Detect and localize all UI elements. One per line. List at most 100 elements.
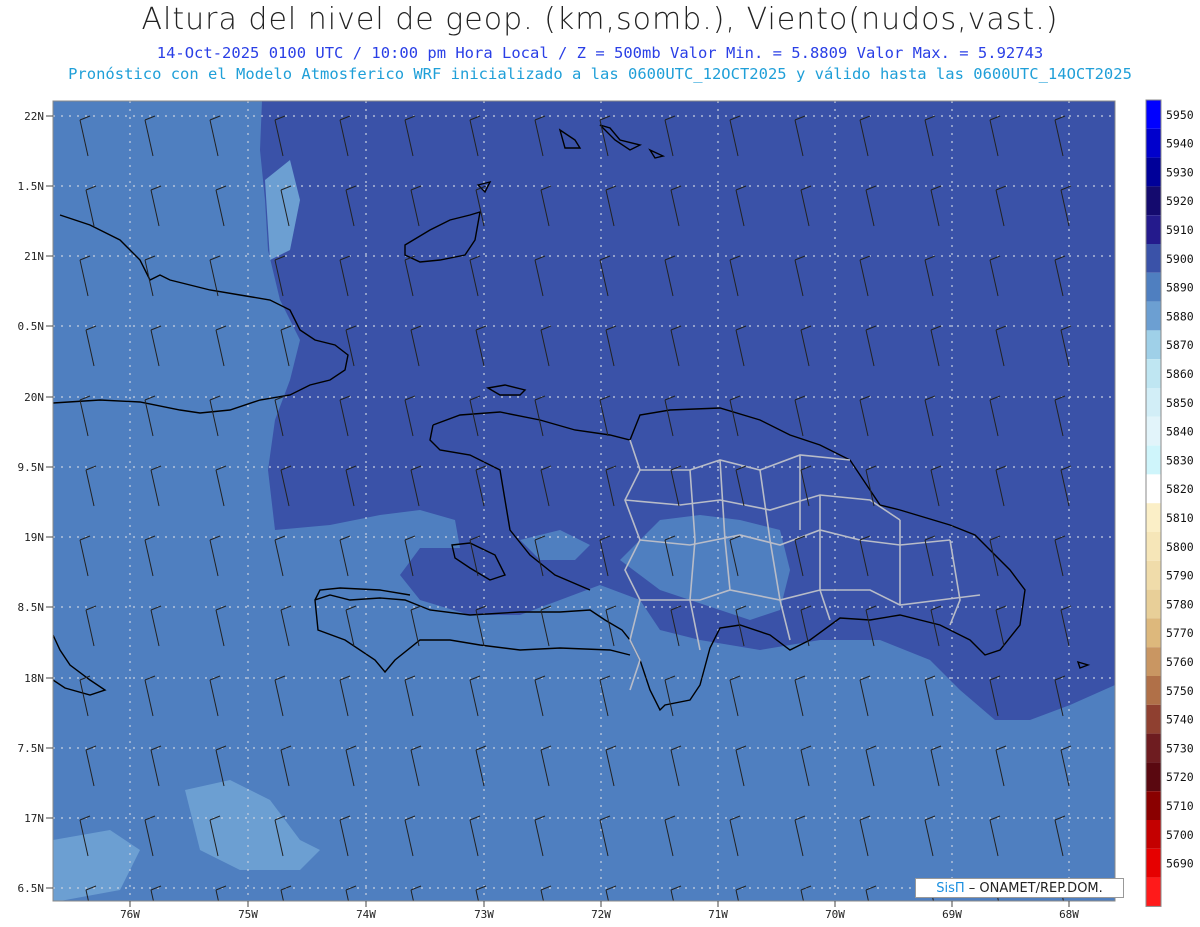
wind-barb-staff	[1126, 190, 1134, 226]
wind-barb-staff	[1120, 400, 1128, 436]
lon-tick-label: 70W	[825, 908, 845, 921]
colorbar-level-label: 5760	[1166, 655, 1194, 669]
lon-tick-label: 69W	[942, 908, 962, 921]
colorbar-level-label: 5700	[1166, 828, 1194, 842]
wind-barb-feather	[1120, 816, 1130, 820]
credit-badge: SisΠ – ONAMET/REP.DOM.	[915, 878, 1124, 898]
forecast-map: 22N 1.5N 21N 0.5N 20N 9.5N 19N 8.5N 18N 7.5N 17N 6.…	[18, 99, 1194, 926]
lon-tick-label: 72W	[591, 908, 611, 921]
lat-tick-label: 21N	[24, 250, 44, 263]
colorbar-swatch	[1146, 272, 1161, 302]
lon-tick-label: 75W	[238, 908, 258, 921]
colorbar-level-label: 5910	[1166, 223, 1194, 237]
lon-tick-label: 68W	[1059, 908, 1079, 921]
colorbar-swatch	[1146, 128, 1161, 158]
wind-barb-feather	[1126, 466, 1136, 470]
colorbar-swatch	[1146, 330, 1161, 360]
wind-barb-staff	[1126, 890, 1134, 926]
colorbar-level-label: 5730	[1166, 741, 1194, 755]
colorbar-swatch	[1146, 791, 1161, 820]
colorbar-swatch	[1146, 215, 1161, 244]
colorbar: 5950 5940 5930 5920 5910 5900 5890 5880 5870 5860…	[1145, 99, 1194, 907]
colorbar-swatch	[1146, 388, 1161, 417]
lat-tick-label: 1.5N	[18, 180, 45, 193]
lat-tick-label: 8.5N	[18, 601, 45, 614]
colorbar-level-label: 5850	[1166, 396, 1194, 410]
wind-barb-feather	[1120, 116, 1130, 120]
wind-barb-staff	[1120, 540, 1128, 576]
geopotential-field	[53, 101, 1115, 901]
colorbar-swatch	[1146, 100, 1161, 129]
colorbar-swatch	[1146, 359, 1161, 388]
wind-barb-staff	[1120, 260, 1128, 296]
colorbar-level-label: 5820	[1166, 482, 1194, 496]
colorbar-level-label: 5740	[1166, 713, 1194, 727]
colorbar-swatch	[1146, 762, 1161, 792]
lon-tick-label: 76W	[120, 908, 140, 921]
wind-barb-feather	[1126, 606, 1136, 610]
wind-barb-staff	[1120, 820, 1128, 856]
colorbar-level-label: 5900	[1166, 252, 1194, 266]
colorbar-level-label: 5780	[1166, 597, 1194, 611]
lat-tick-label: 19N	[24, 531, 44, 544]
colorbar-swatch	[1146, 848, 1161, 878]
colorbar-level-label: 5830	[1166, 453, 1194, 467]
colorbar-swatch	[1146, 676, 1161, 705]
lat-tick-label: 6.5N	[18, 882, 45, 895]
colorbar-swatch	[1146, 445, 1161, 475]
latitude-axis: 22N 1.5N 21N 0.5N 20N 9.5N 19N 8.5N 18N 7.5N 17N 6.…	[18, 110, 53, 895]
wind-barb-feather	[1126, 186, 1136, 190]
colorbar-level-label: 5880	[1166, 309, 1194, 323]
colorbar-swatch	[1146, 877, 1161, 907]
colorbar-swatch	[1146, 244, 1161, 273]
colorbar-level-label: 5790	[1166, 569, 1194, 583]
lat-tick-label: 0.5N	[18, 320, 45, 333]
wind-barb-staff	[1120, 680, 1128, 716]
colorbar-swatch	[1146, 589, 1161, 619]
wind-barb-feather	[1120, 396, 1130, 400]
colorbar-level-label: 5860	[1166, 367, 1194, 381]
wind-barb-staff	[1126, 470, 1134, 506]
colorbar-level-label: 5800	[1166, 540, 1194, 554]
colorbar-level-label: 5840	[1166, 425, 1194, 439]
wind-barb-feather	[1120, 536, 1130, 540]
wind-barb-staff	[1126, 610, 1134, 646]
lat-tick-label: 17N	[24, 812, 44, 825]
colorbar-swatch	[1146, 532, 1161, 561]
colorbar-swatch	[1146, 416, 1161, 446]
lon-tick-label: 71W	[708, 908, 728, 921]
sispi-brand: SisΠ	[936, 881, 965, 896]
colorbar-level-label: 5950	[1166, 108, 1194, 122]
colorbar-swatch	[1146, 560, 1161, 590]
colorbar-swatch	[1146, 647, 1161, 676]
wind-barb-feather	[1126, 886, 1136, 890]
colorbar-level-label: 5940	[1166, 137, 1194, 151]
colorbar-level-label: 5810	[1166, 511, 1194, 525]
colorbar-level-label: 5750	[1166, 684, 1194, 698]
lat-tick-label: 9.5N	[18, 461, 45, 474]
colorbar-level-label: 5770	[1166, 626, 1194, 640]
colorbar-level-label: 5920	[1166, 194, 1194, 208]
lon-tick-label: 73W	[474, 908, 494, 921]
credit-text: – ONAMET/REP.DOM.	[964, 881, 1103, 896]
wind-barb-staff	[1120, 120, 1128, 156]
wind-barb-feather	[1120, 676, 1130, 680]
colorbar-swatch	[1146, 820, 1161, 849]
colorbar-swatch	[1146, 301, 1161, 331]
wind-barb-staff	[1126, 330, 1134, 366]
colorbar-level-label: 5890	[1166, 281, 1194, 295]
longitude-axis: 76W 75W 74W 73W 72W 71W 70W 69W 68W	[120, 901, 1079, 921]
colorbar-level-label: 5930	[1166, 165, 1194, 179]
colorbar-swatch	[1146, 733, 1161, 763]
colorbar-swatch	[1146, 157, 1161, 187]
wind-barb-feather	[1126, 746, 1136, 750]
wind-barb-staff	[1126, 750, 1134, 786]
colorbar-swatch	[1146, 186, 1161, 216]
lat-tick-label: 7.5N	[18, 742, 45, 755]
colorbar-swatch	[1146, 503, 1161, 532]
colorbar-level-label: 5870	[1166, 338, 1194, 352]
colorbar-level-label: 5690	[1166, 857, 1194, 871]
lat-tick-label: 22N	[24, 110, 44, 123]
colorbar-swatch	[1146, 704, 1161, 734]
lat-tick-label: 20N	[24, 391, 44, 404]
